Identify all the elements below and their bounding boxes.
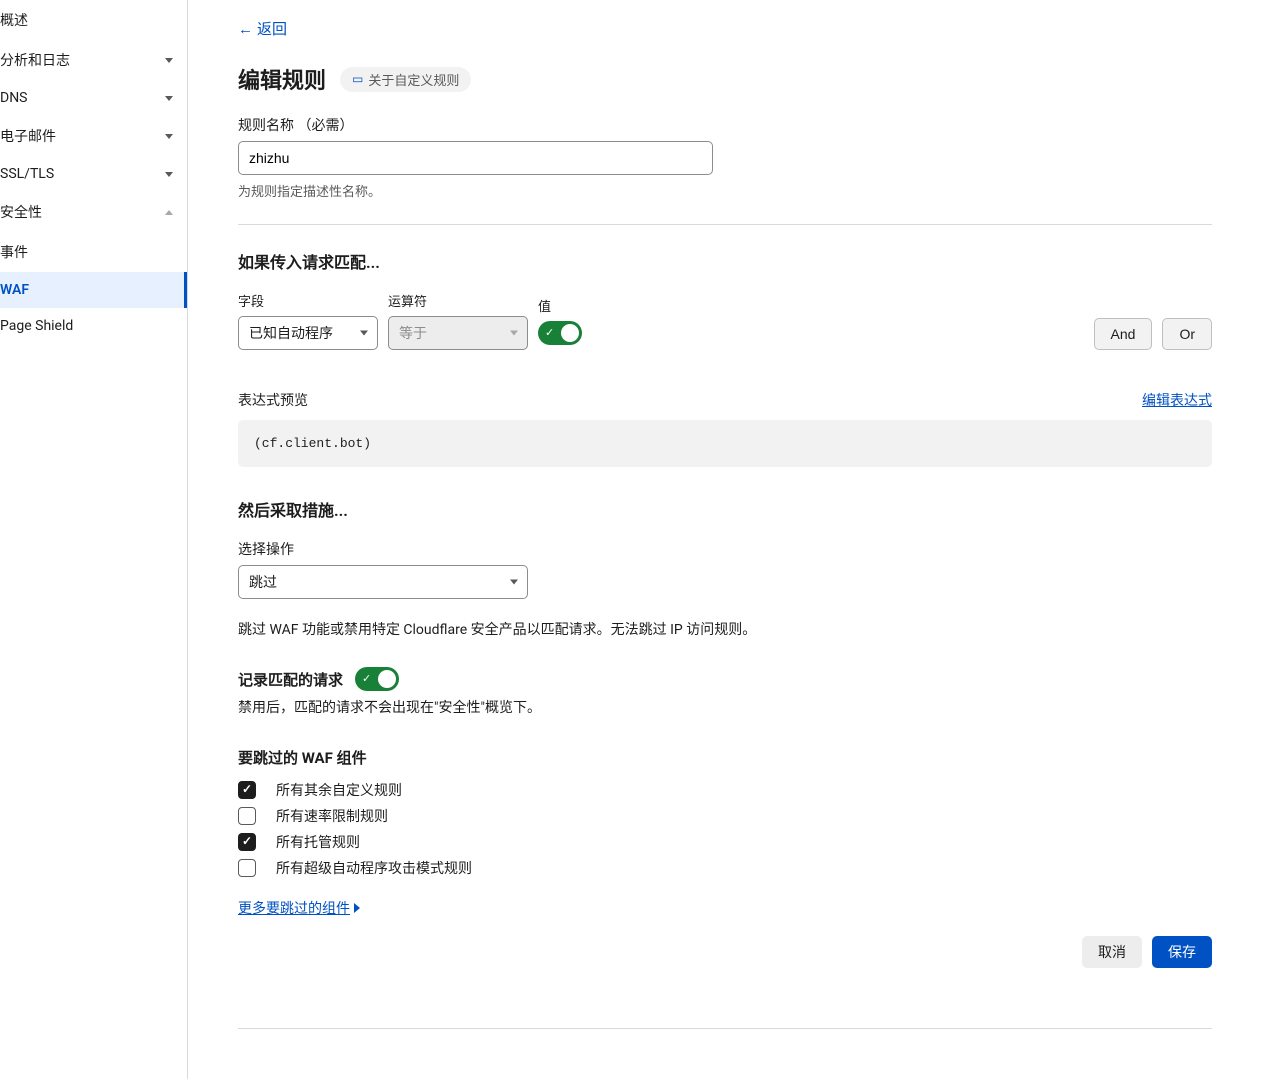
sidebar-item-label: Page Shield — [0, 318, 73, 334]
more-skip-label: 更多要跳过的组件 — [238, 898, 350, 918]
chevron-down-icon — [165, 134, 173, 139]
action-section-title: 然后采取措施... — [238, 497, 1212, 521]
save-button[interactable]: 保存 — [1152, 936, 1212, 968]
book-icon: ▭ — [352, 72, 363, 86]
edit-expression-link[interactable]: 编辑表达式 — [1142, 390, 1212, 410]
sidebar-item-email[interactable]: 电子邮件 — [0, 116, 187, 156]
more-skip-link[interactable]: 更多要跳过的组件 — [238, 898, 360, 918]
divider — [238, 224, 1212, 225]
expression-label: 表达式预览 — [238, 390, 308, 410]
and-button[interactable]: And — [1094, 318, 1153, 350]
footer-divider — [238, 1028, 1212, 1029]
sidebar: 概述 分析和日志 DNS 电子邮件 SSL/TLS 安全性 事件 WAF — [0, 0, 188, 1079]
field-select[interactable]: 已知自动程序 — [238, 316, 378, 350]
arrow-left-icon: ← — [238, 20, 253, 38]
cancel-button[interactable]: 取消 — [1082, 936, 1142, 968]
chevron-down-icon — [165, 58, 173, 63]
back-label: 返回 — [257, 18, 287, 39]
sidebar-item-label: 安全性 — [0, 202, 42, 222]
or-button[interactable]: Or — [1162, 318, 1212, 350]
rule-name-help: 为规则指定描述性名称。 — [238, 181, 1212, 200]
caret-right-icon — [354, 903, 360, 913]
back-link[interactable]: ← 返回 — [238, 18, 287, 39]
checkbox-label: 所有其余自定义规则 — [276, 780, 402, 800]
info-badge-label: 关于自定义规则 — [368, 70, 459, 89]
checkbox-label: 所有超级自动程序攻击模式规则 — [276, 858, 472, 878]
field-label: 字段 — [238, 291, 378, 310]
sidebar-item-analytics[interactable]: 分析和日志 — [0, 40, 187, 80]
operator-label: 运算符 — [388, 291, 528, 310]
sidebar-item-ssl[interactable]: SSL/TLS — [0, 156, 187, 192]
checkbox-bot-attack[interactable] — [238, 859, 256, 877]
rule-name-input[interactable] — [238, 141, 713, 175]
sidebar-item-dns[interactable]: DNS — [0, 80, 187, 116]
log-toggle-label: 记录匹配的请求 — [238, 669, 343, 690]
info-badge[interactable]: ▭ 关于自定义规则 — [340, 67, 471, 92]
page-title: 编辑规则 — [238, 63, 326, 95]
sidebar-item-label: 电子邮件 — [0, 126, 56, 146]
sidebar-item-label: DNS — [0, 90, 28, 106]
value-toggle[interactable] — [538, 321, 582, 345]
log-toggle[interactable] — [355, 667, 399, 691]
log-help: 禁用后，匹配的请求不会出现在"安全性"概览下。 — [238, 697, 1212, 717]
checkbox-label: 所有速率限制规则 — [276, 806, 388, 826]
rule-name-label: 规则名称 （必需） — [238, 115, 1212, 135]
checkbox-rate-limit[interactable] — [238, 807, 256, 825]
sidebar-item-label: 事件 — [0, 242, 28, 262]
sidebar-item-label: 分析和日志 — [0, 50, 70, 70]
operator-select: 等于 — [388, 316, 528, 350]
main-content: ← 返回 编辑规则 ▭ 关于自定义规则 规则名称 （必需） 为规则指定描述性名称… — [188, 0, 1262, 1079]
chevron-up-icon — [165, 210, 173, 215]
checkbox-managed-rules[interactable] — [238, 833, 256, 851]
action-select[interactable]: 跳过 — [238, 565, 528, 599]
match-section-title: 如果传入请求匹配... — [238, 249, 1212, 273]
sidebar-item-overview[interactable]: 概述 — [0, 0, 187, 40]
action-help: 跳过 WAF 功能或禁用特定 Cloudflare 安全产品以匹配请求。无法跳过… — [238, 619, 1212, 639]
sidebar-item-security[interactable]: 安全性 — [0, 192, 187, 232]
checkbox-label: 所有托管规则 — [276, 832, 360, 852]
checkbox-custom-rules[interactable] — [238, 781, 256, 799]
sidebar-item-label: SSL/TLS — [0, 166, 54, 182]
sidebar-item-label: WAF — [0, 282, 29, 298]
sidebar-item-page-shield[interactable]: Page Shield — [0, 308, 187, 344]
action-select-label: 选择操作 — [238, 539, 1212, 559]
chevron-down-icon — [165, 172, 173, 177]
skip-section-title: 要跳过的 WAF 组件 — [238, 747, 1212, 768]
expression-preview: (cf.client.bot) — [238, 420, 1212, 467]
value-label: 值 — [538, 296, 582, 315]
sidebar-item-events[interactable]: 事件 — [0, 232, 187, 272]
sidebar-item-label: 概述 — [0, 10, 28, 30]
sidebar-item-waf[interactable]: WAF — [0, 272, 187, 308]
chevron-down-icon — [165, 96, 173, 101]
